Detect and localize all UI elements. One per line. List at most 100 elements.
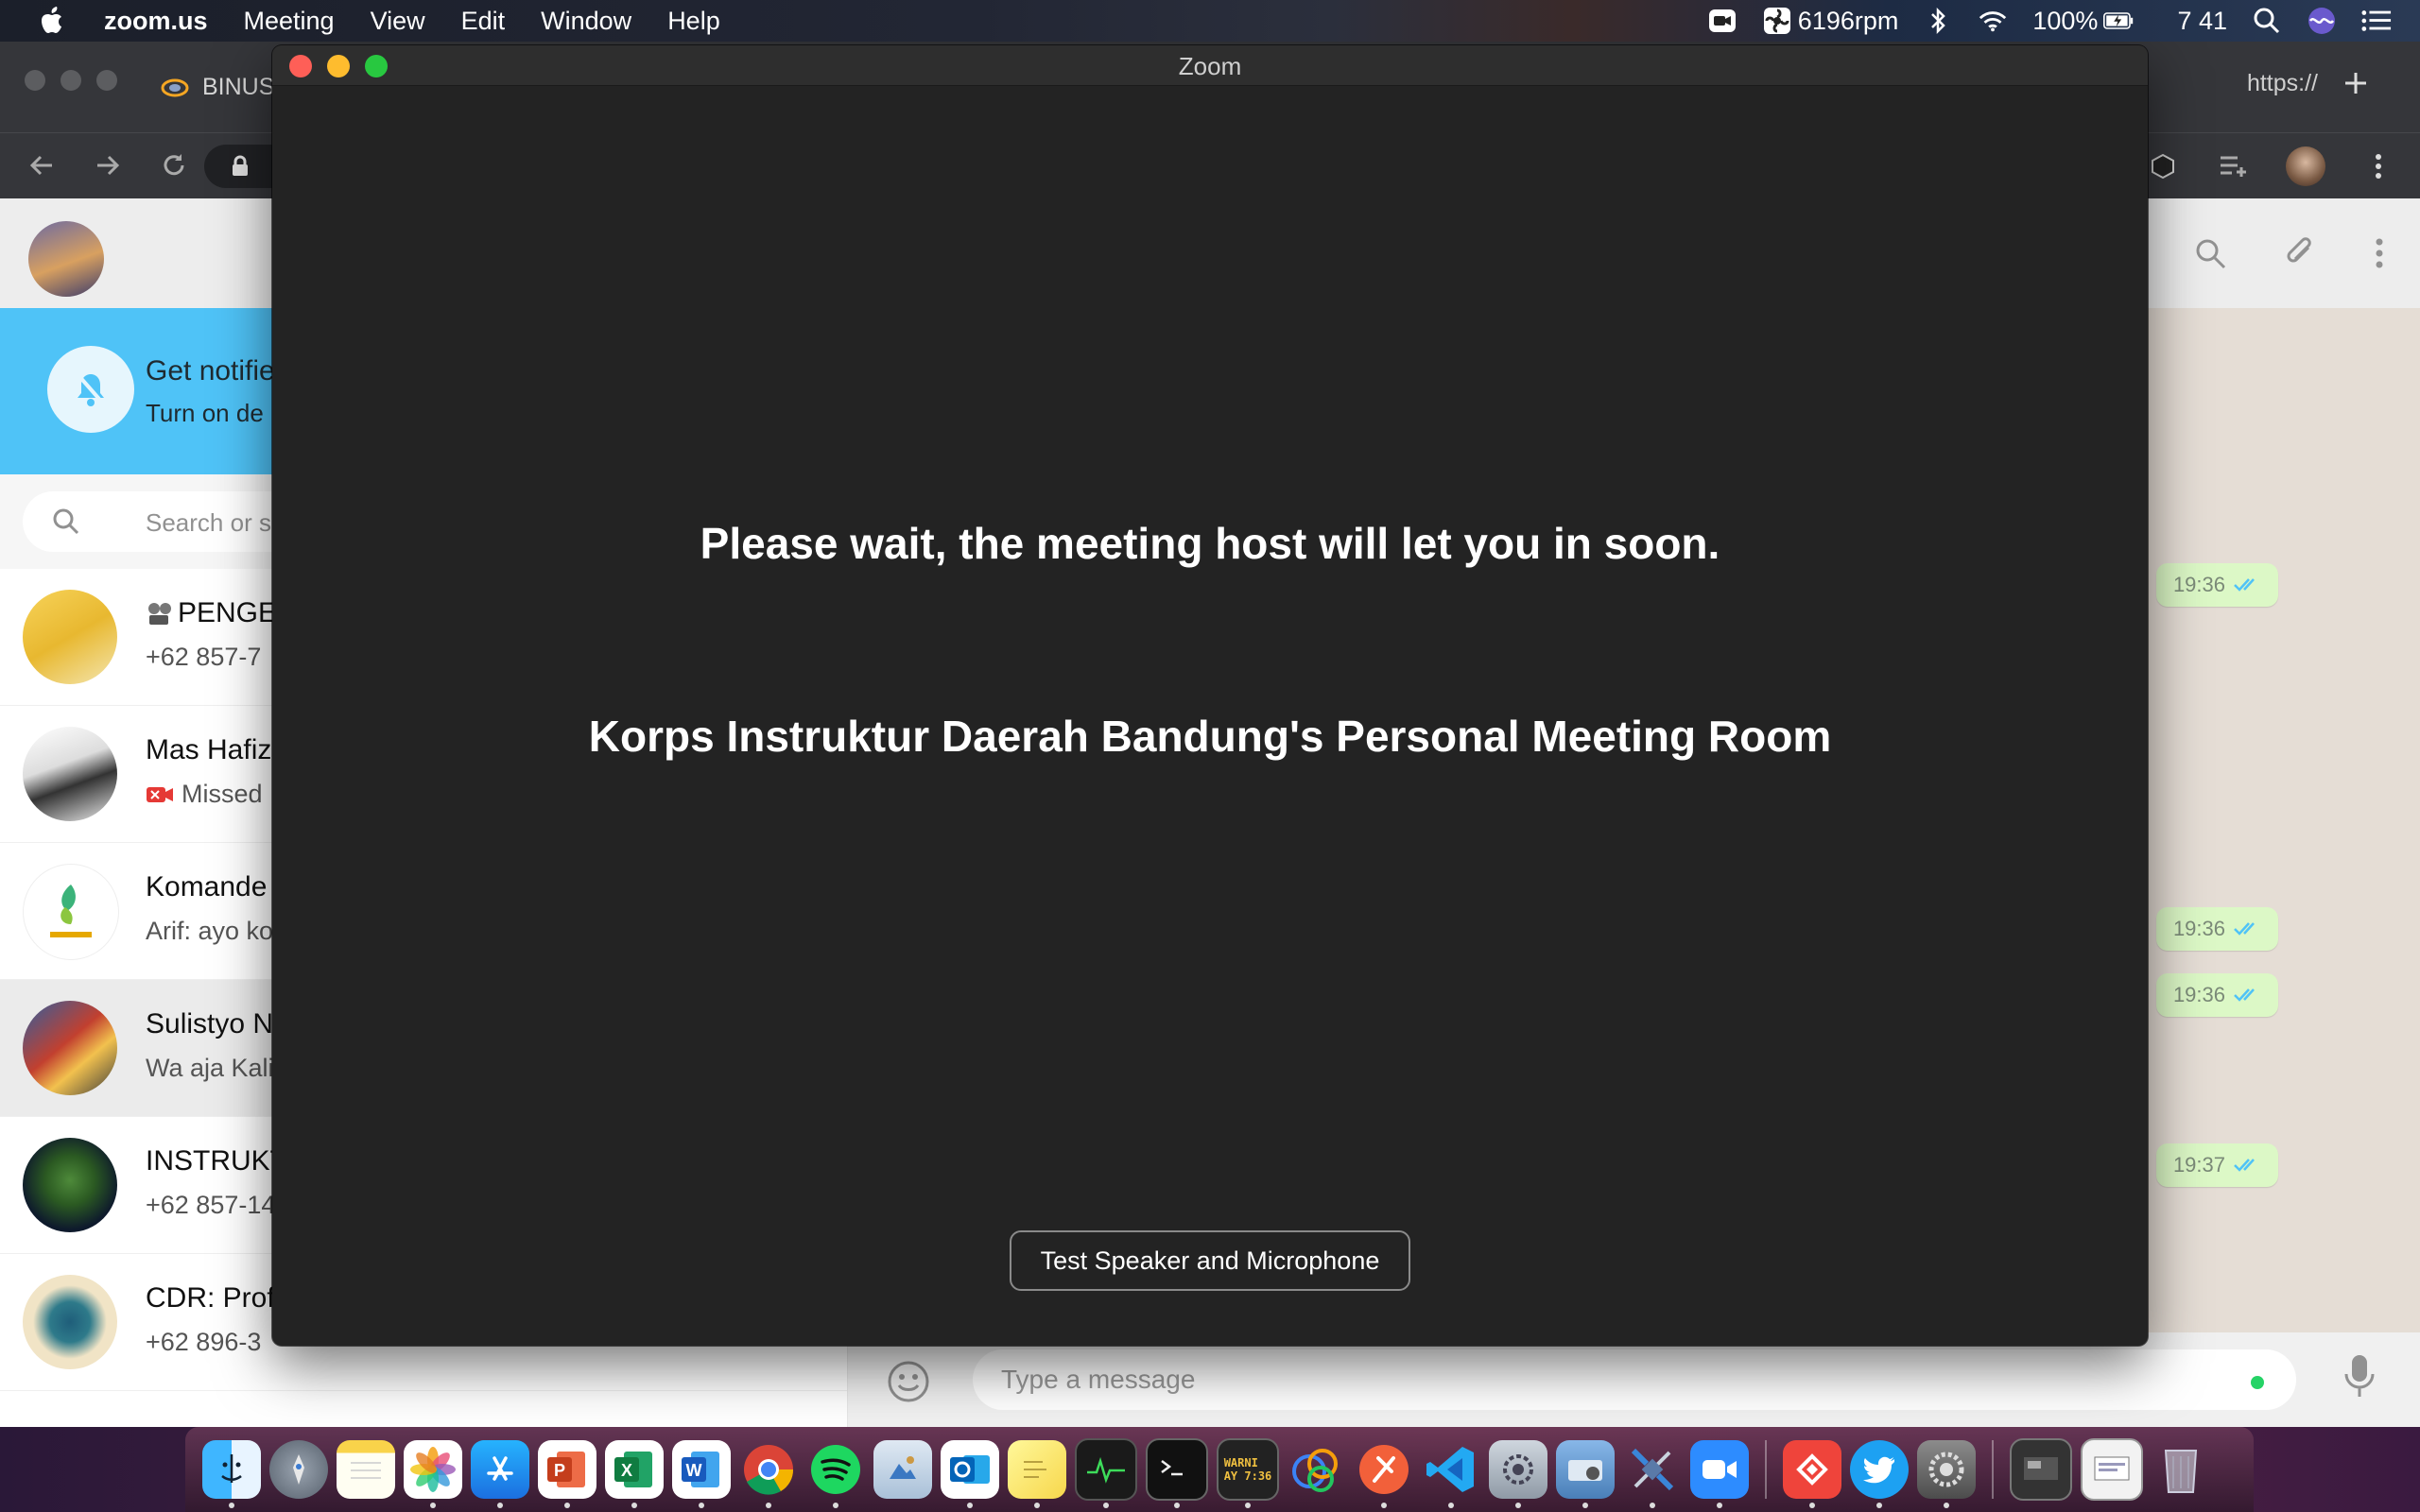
launchpad-icon[interactable] [269,1440,328,1499]
twitter-icon[interactable] [1850,1440,1909,1508]
paw-icon[interactable] [1355,1440,1413,1508]
reload-icon[interactable] [157,148,191,182]
search-icon [53,508,79,535]
notes-icon[interactable] [337,1440,395,1499]
menubar-clock[interactable]: 7 41 [2177,7,2227,36]
chat-preview: +62 857-14 [146,1191,276,1219]
stickies-icon[interactable] [1008,1440,1066,1508]
siri-icon[interactable] [2307,7,2337,35]
back-icon[interactable] [25,148,59,182]
maximize-icon[interactable] [96,70,117,91]
menu-help[interactable]: Help [667,7,720,36]
spotlight-search-icon[interactable] [2252,7,2282,35]
message-input[interactable]: Type a message [973,1349,2296,1410]
minimize-icon[interactable] [60,70,81,91]
browser-window-controls [25,70,117,91]
reading-list-icon[interactable] [2216,149,2250,183]
svg-text:W: W [686,1461,702,1480]
message-bubble[interactable]: 19:37 [2155,1143,2278,1187]
message-bubble[interactable]: 19:36 [2155,973,2278,1017]
extension-cube-icon[interactable] [2146,149,2180,183]
anydesk-icon[interactable] [1783,1440,1841,1508]
menu-meeting[interactable]: Meeting [244,7,335,36]
window-icon[interactable] [2081,1438,2143,1501]
chat-avatar [23,590,117,684]
notification-center-icon[interactable] [2361,7,2392,35]
satellite-icon[interactable] [1623,1440,1682,1508]
finder-icon[interactable] [202,1440,261,1508]
activity-monitor-icon[interactable] [1075,1438,1137,1508]
profile-avatar[interactable] [2286,146,2325,186]
vscode-icon[interactable] [1422,1440,1480,1508]
double-check-icon [2234,1159,2255,1172]
image-capture-icon[interactable] [1556,1440,1615,1508]
fan-speed: 6196rpm [1797,6,1899,35]
chat-preview: +62 896-3 [146,1328,262,1356]
forward-icon[interactable] [91,148,125,182]
zoom-icon[interactable] [1690,1440,1749,1508]
word-icon[interactable]: W [672,1440,731,1508]
message-time: 19:36 [2172,573,2225,596]
message-bubble[interactable]: 19:36 [2155,563,2278,607]
chat-preview: Wa aja Kali [146,1054,274,1082]
photos-icon[interactable] [404,1440,462,1508]
chrome-icon[interactable] [739,1440,798,1508]
fan-icon[interactable] [1762,7,1792,35]
menu-view[interactable]: View [371,7,425,36]
search-placeholder: Search or s [146,508,271,537]
zoom-status-icon[interactable] [1707,7,1737,35]
chat-avatar [23,727,117,821]
excel-icon[interactable]: X [605,1440,664,1508]
new-tab-button[interactable] [2333,60,2378,106]
sketch-icon[interactable] [1288,1440,1346,1499]
menu-window[interactable]: Window [541,7,631,36]
chat-avatar [23,1138,117,1232]
my-avatar[interactable] [28,221,104,297]
emoji-icon[interactable] [886,1359,931,1409]
double-check-icon [2234,578,2255,592]
message-time: 19:36 [2172,917,2225,940]
zoom-title-bar[interactable]: Zoom [272,45,2148,86]
status-dot-icon [2251,1376,2264,1389]
tab-label: BINUS [202,74,275,100]
paperclip-icon[interactable] [2284,236,2318,275]
chat-avatar [23,1001,117,1095]
outlook-icon[interactable] [941,1440,999,1508]
search-icon[interactable] [2193,236,2227,275]
chat-name: CDR: Prof [146,1282,275,1314]
system-info-icon[interactable] [1489,1440,1547,1508]
apple-menu-icon[interactable] [38,5,68,37]
battery-percent: 100% [2032,6,2099,35]
terminal-icon[interactable] [1146,1438,1208,1508]
menu-edit[interactable]: Edit [461,7,506,36]
close-icon[interactable] [25,70,45,91]
battery-charging-icon[interactable] [2103,7,2134,35]
browser-tab-binus[interactable]: BINUS [161,74,274,101]
zoom-window-title: Zoom [1178,52,1242,80]
binus-favicon-icon [161,78,189,96]
dock: P X W WARNI AY 7:36 [185,1427,2254,1512]
powerpoint-icon[interactable]: P [538,1440,596,1508]
lock-icon [233,155,248,176]
app-store-icon[interactable] [471,1440,529,1508]
menu-dots-icon[interactable] [2375,236,2384,275]
system-preferences-icon[interactable] [1917,1440,1976,1508]
spotify-icon[interactable] [806,1440,865,1508]
banner-title: Get notifie [146,355,275,387]
wifi-icon[interactable] [1978,7,2008,35]
message-time: 19:37 [2172,1153,2225,1177]
trash-icon[interactable] [2152,1440,2210,1499]
zoom-waiting-room-window: Zoom Please wait, the meeting host will … [272,45,2148,1346]
microphone-icon[interactable] [2342,1353,2377,1405]
dock-separator [1765,1440,1767,1499]
message-bubble[interactable]: 19:36 [2155,907,2278,951]
bluetooth-icon[interactable] [1923,7,1953,35]
preview-icon[interactable] [873,1440,932,1499]
chat-name: Sulistyo N [146,1008,274,1040]
console-icon[interactable]: WARNI AY 7:36 [1217,1438,1279,1508]
app-menu-zoom[interactable]: zoom.us [104,7,208,36]
screen-capture-icon[interactable] [2010,1438,2072,1501]
more-options-icon[interactable] [2361,149,2395,183]
test-speaker-microphone-button[interactable]: Test Speaker and Microphone [1010,1230,1410,1291]
svg-text:X: X [621,1461,632,1480]
